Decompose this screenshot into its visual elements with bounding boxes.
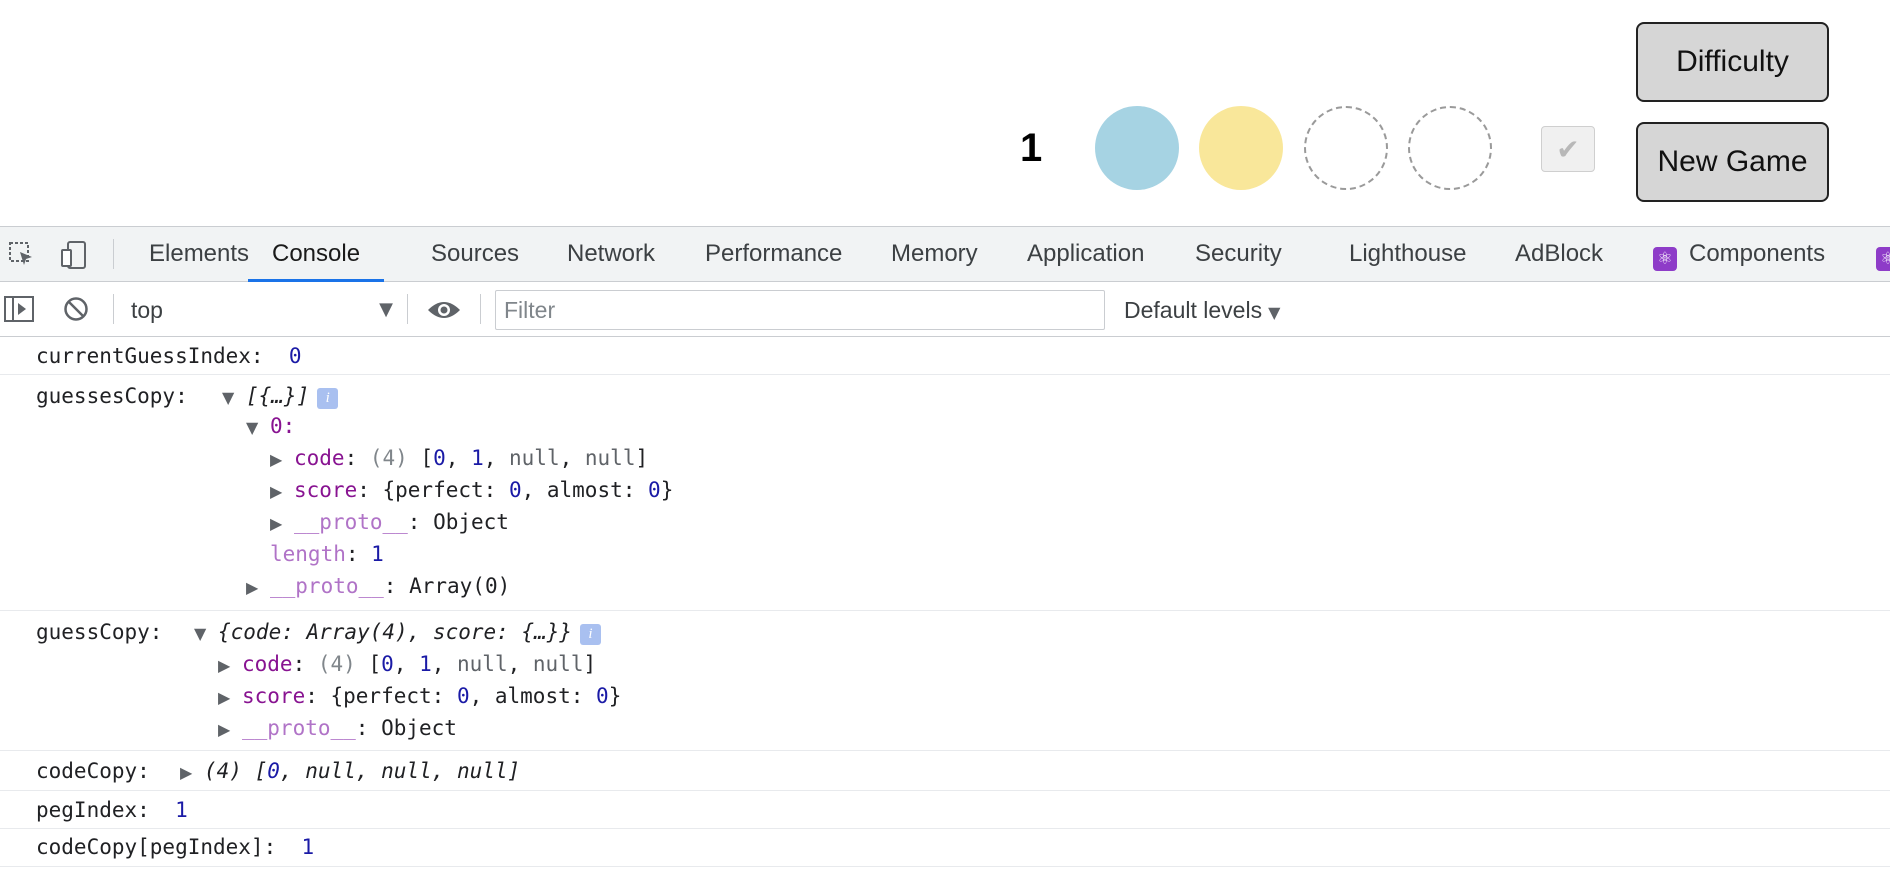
- tab-elements[interactable]: Elements: [149, 227, 249, 281]
- tab-console[interactable]: Console: [248, 227, 385, 282]
- log-line: guessesCopy:: [36, 384, 188, 408]
- inspect-element-icon[interactable]: [8, 241, 36, 269]
- dropdown-arrow-icon: ▼: [379, 299, 393, 320]
- react-icon: ⚛: [1876, 247, 1890, 271]
- collapsed-triangle-icon: ▶: [270, 450, 283, 469]
- tree-item-score[interactable]: ▶ score: {perfect: 0, almost: 0}: [218, 681, 621, 711]
- peg-slot-1[interactable]: [1095, 106, 1179, 190]
- tab-performance[interactable]: Performance: [705, 227, 842, 281]
- console-message: codeCopy[pegIndex]: 1: [0, 829, 1890, 867]
- collapsed-triangle-icon: ▶: [218, 656, 231, 675]
- tab-application[interactable]: Application: [1027, 227, 1144, 281]
- console-message: guessCopy: ▼ {code: Array(4), score: {…}}…: [0, 611, 1890, 751]
- log-line: codeCopy:: [36, 759, 150, 783]
- tree-item-array-proto[interactable]: ▶ __proto__: Array(0): [246, 571, 510, 601]
- round-number: 1: [1020, 126, 1043, 170]
- tab-memory[interactable]: Memory: [891, 227, 978, 281]
- tree-item-proto[interactable]: ▶ __proto__: Object: [270, 507, 509, 537]
- context-value: top: [131, 297, 163, 323]
- console-message: guessesCopy: ▼ [{…}] i ▼ 0: ▶ code: (4) [0, …: [0, 375, 1890, 611]
- expanded-triangle-icon: ▼: [194, 624, 207, 643]
- new-game-button[interactable]: New Game: [1636, 122, 1829, 202]
- devtools-panel: Elements Console Sources Network Perform…: [0, 226, 1890, 873]
- collapsed-triangle-icon: ▶: [180, 763, 193, 782]
- checkmark-icon: ✔: [1556, 132, 1580, 166]
- dropdown-arrow-icon: ▼: [1268, 303, 1281, 322]
- sidebar-toggle-icon[interactable]: [4, 296, 34, 327]
- log-line: currentGuessIndex: 0: [36, 344, 302, 368]
- tabbar-divider: [113, 239, 114, 269]
- expandable-array[interactable]: ▼ [{…}] i: [222, 381, 339, 411]
- toolbar-divider: [480, 294, 481, 324]
- context-selector[interactable]: top ▼: [131, 294, 393, 326]
- tab-adblock[interactable]: AdBlock: [1515, 227, 1603, 281]
- tree-item-0[interactable]: ▼ 0:: [246, 411, 295, 441]
- submit-guess-button[interactable]: ✔: [1541, 126, 1595, 172]
- collapsed-triangle-icon: ▶: [270, 514, 283, 533]
- tree-item-proto[interactable]: ▶ __proto__: Object: [218, 713, 457, 743]
- collapsed-triangle-icon: ▶: [218, 688, 231, 707]
- collapsed-triangle-icon: ▶: [270, 482, 283, 501]
- peg-slot-4[interactable]: [1408, 106, 1492, 190]
- tab-security[interactable]: Security: [1195, 227, 1282, 281]
- tree-item-score[interactable]: ▶ score: {perfect: 0, almost: 0}: [270, 475, 673, 505]
- expanded-triangle-icon: ▼: [222, 388, 235, 407]
- device-toolbar-icon[interactable]: [60, 241, 88, 269]
- devtools-tabbar: Elements Console Sources Network Perform…: [0, 227, 1890, 282]
- tab-overflow[interactable]: ⚛: [1876, 227, 1890, 281]
- tab-components-label: Components: [1689, 240, 1826, 267]
- game-area: 1 ✔ Difficulty New Game: [0, 0, 1890, 226]
- tree-item-length: length: 1: [270, 542, 384, 566]
- filter-input[interactable]: [495, 290, 1105, 330]
- console-message: codeCopy: ▶ (4) [0, null, null, null]: [0, 751, 1890, 791]
- collapsed-triangle-icon: ▶: [246, 578, 259, 597]
- tree-item-code[interactable]: ▶ code: (4) [0, 1, null, null]: [270, 443, 648, 473]
- log-line: guessCopy:: [36, 620, 163, 644]
- tab-components[interactable]: ⚛ Components: [1653, 227, 1825, 281]
- clear-console-icon[interactable]: [63, 296, 89, 327]
- log-levels-dropdown[interactable]: Default levels ▼: [1124, 294, 1280, 326]
- difficulty-button[interactable]: Difficulty: [1636, 22, 1829, 102]
- expandable-object[interactable]: ▼ {code: Array(4), score: {…}} i: [194, 617, 602, 647]
- log-line: pegIndex: 1: [36, 798, 188, 822]
- console-message: currentGuessIndex: 0: [0, 337, 1890, 375]
- toolbar-divider: [113, 294, 114, 324]
- log-line: codeCopy[pegIndex]: 1: [36, 835, 315, 859]
- toolbar-divider: [407, 294, 408, 324]
- console-output: currentGuessIndex: 0 guessesCopy: ▼ [{…}]…: [0, 337, 1890, 873]
- collapsed-triangle-icon: ▶: [218, 720, 231, 739]
- expandable-array[interactable]: ▶ (4) [0, null, null, null]: [180, 756, 520, 786]
- peg-slot-3[interactable]: [1304, 106, 1388, 190]
- console-message: pegIndex: 1: [0, 791, 1890, 829]
- tab-lighthouse[interactable]: Lighthouse: [1349, 227, 1466, 281]
- info-icon: i: [317, 388, 339, 409]
- console-toolbar: top ▼ Default levels ▼: [0, 282, 1890, 337]
- tab-network[interactable]: Network: [567, 227, 655, 281]
- log-levels-label: Default levels: [1124, 297, 1263, 323]
- react-icon: ⚛: [1653, 247, 1677, 271]
- tree-item-code[interactable]: ▶ code: (4) [0, 1, null, null]: [218, 649, 596, 679]
- peg-slot-2[interactable]: [1199, 106, 1283, 190]
- info-icon: i: [580, 624, 602, 645]
- tab-sources[interactable]: Sources: [431, 227, 519, 281]
- expanded-triangle-icon: ▼: [246, 418, 259, 437]
- eye-icon[interactable]: [427, 299, 461, 326]
